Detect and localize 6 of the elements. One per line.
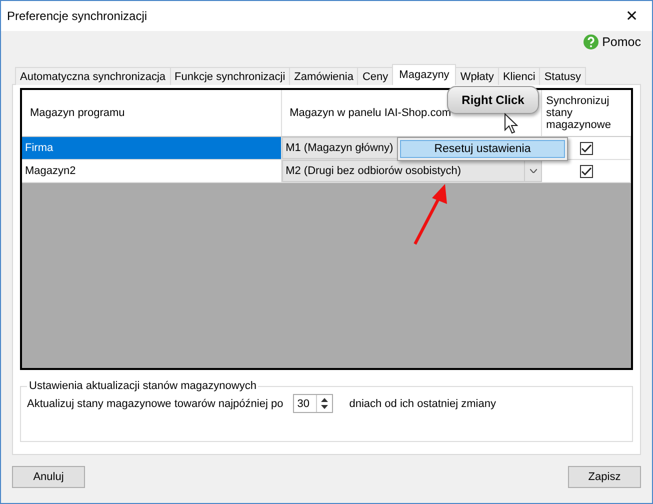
window-title: Preferencje synchronizacji <box>7 9 148 23</box>
field-label: Aktualizuj stany magazynowe towarów najpóźniej po <box>27 398 284 410</box>
group-title: Ustawienia aktualizacji stanów magazynowych <box>28 380 258 392</box>
column-header: Magazyn programu <box>22 90 282 136</box>
field-label: dniach od ich ostatniej zmiany <box>349 398 496 410</box>
column-header: Synchronizuj stany magazynowe <box>545 94 612 133</box>
